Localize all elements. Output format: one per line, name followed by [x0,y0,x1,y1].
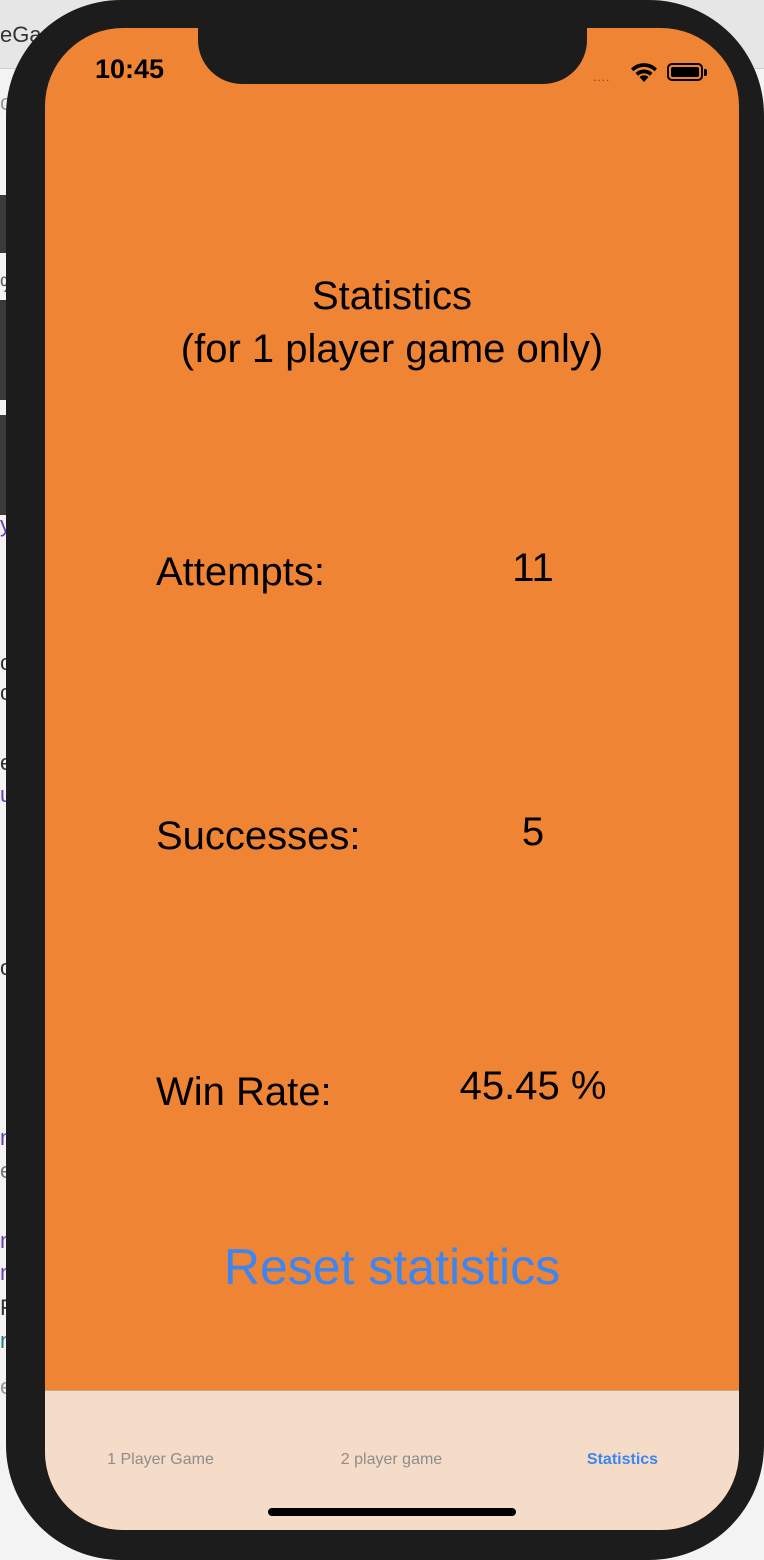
tab-1-player-game[interactable]: 1 Player Game [45,1451,276,1469]
successes-label: Successes: [156,814,361,858]
app-screen: 10:45 .... Statistics (for 1 player game… [45,28,739,1530]
notch [198,28,587,84]
reset-statistics-button[interactable]: Reset statistics [45,1238,739,1296]
battery-icon [667,63,703,81]
phone-frame: 10:45 .... Statistics (for 1 player game… [6,0,764,1560]
battery-tip [704,69,707,76]
page-title: Statistics (for 1 player game only) [45,270,739,376]
cellular-signal-icon: .... [593,70,611,84]
status-icons: .... [593,60,713,84]
tab-2-player-game[interactable]: 2 player game [276,1451,507,1469]
successes-value: 5 [521,810,545,854]
status-time: 10:45 [95,54,165,84]
tab-statistics[interactable]: Statistics [507,1451,738,1469]
attempts-value: 11 [512,546,554,590]
home-indicator[interactable] [268,1508,516,1516]
attempts-label: Attempts: [156,550,325,594]
page-title-text: Statistics (for 1 player game only) [180,274,604,371]
win-rate-value: 45.45 % [459,1064,607,1108]
win-rate-label: Win Rate: [156,1070,332,1114]
wifi-icon [629,60,659,89]
